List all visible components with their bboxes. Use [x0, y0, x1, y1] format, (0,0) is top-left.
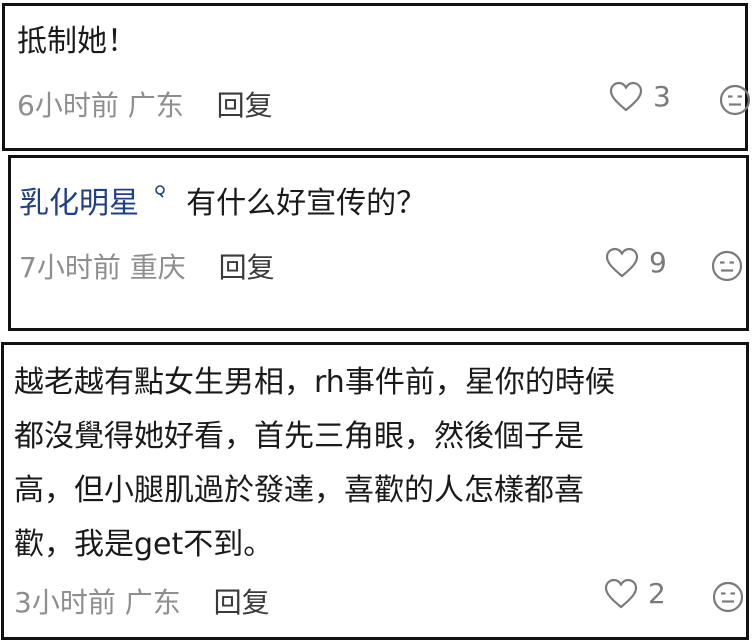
comment-card: 抵制她！ 6小时前 广东 回复 3 [2, 3, 751, 151]
comment-username[interactable]: 乳化明星 [19, 186, 139, 221]
like-button[interactable]: 2 [604, 577, 666, 610]
reply-button[interactable]: 回复 [219, 251, 275, 284]
comment-text-line: 都沒覺得她好看，首先三角眼，然後個子是 [14, 419, 584, 454]
neutral-face-icon[interactable] [719, 84, 751, 116]
neutral-face-icon[interactable] [711, 250, 743, 282]
comment-text-line: 乳化明星 有什么好宣传的？ [19, 180, 426, 228]
user-tag-icon [154, 185, 165, 198]
comment-time: 7小时前 [19, 251, 121, 284]
like-button[interactable]: 3 [609, 80, 671, 113]
comment-text-line: 越老越有點女生男相，rh事件前，星你的時候 [14, 365, 615, 400]
heart-outline-icon [609, 81, 643, 111]
comment-location: 广东 [127, 89, 184, 122]
comment-meta: 7小时前 重庆 回复 [19, 246, 275, 286]
comment-meta: 6小时前 广东 回复 [17, 84, 273, 124]
comment-text: 抵制她！ [17, 24, 137, 59]
heart-outline-icon [604, 578, 638, 608]
neutral-face-icon[interactable] [712, 581, 744, 613]
like-count: 3 [653, 80, 671, 113]
comment-text-line: 高，但小腿肌過於發達，喜歡的人怎樣都喜 [14, 473, 584, 508]
reply-button[interactable]: 回复 [217, 89, 273, 122]
comment-location: 广东 [124, 586, 181, 619]
comment-card: 越老越有點女生男相，rh事件前，星你的時候 都沒覺得她好看，首先三角眼，然後個子… [1, 342, 749, 640]
heart-outline-icon [605, 247, 639, 277]
comment-text: 有什么好宣传的？ [186, 186, 427, 221]
comment-location: 重庆 [129, 251, 186, 284]
comment-text-line: 歡，我是get不到。 [14, 527, 274, 562]
like-count: 9 [649, 246, 667, 279]
comment-time: 6小时前 [17, 89, 119, 122]
comment-time: 3小时前 [14, 586, 116, 619]
like-button[interactable]: 9 [605, 246, 667, 279]
like-count: 2 [648, 577, 666, 610]
comment-card: 乳化明星 有什么好宣传的？ 7小时前 重庆 回复 9 [8, 155, 749, 331]
comment-meta: 3小时前 广东 回复 [14, 581, 270, 621]
reply-button[interactable]: 回复 [214, 586, 270, 619]
